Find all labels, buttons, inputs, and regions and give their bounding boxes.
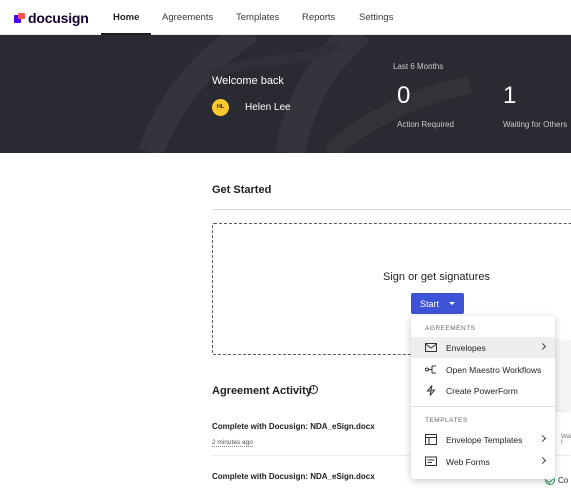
start-dropdown-menu: AGREEMENTS Envelopes Open Maestro Workfl… <box>411 316 555 479</box>
divider <box>212 209 571 210</box>
chevron-right-icon <box>538 342 547 351</box>
avatar[interactable]: HL <box>212 99 229 116</box>
tab-home[interactable]: Home <box>100 0 153 35</box>
action-required-count[interactable]: 0 <box>397 82 410 110</box>
envelopes-submenu[interactable] <box>555 340 571 410</box>
waiting-for-others-label[interactable]: Waiting for Others <box>503 120 567 129</box>
menu-item-web-forms[interactable]: Web Forms <box>411 451 555 472</box>
activity-item-status: Co <box>558 476 569 485</box>
menu-item-label: Web Forms <box>446 456 490 467</box>
templates-section-header: TEMPLATES <box>425 417 468 424</box>
caret-down-icon <box>449 302 455 305</box>
activity-item-status: Waiting f <box>561 434 571 446</box>
agreement-activity-title: Agreement Activity <box>212 385 312 397</box>
chevron-right-icon <box>538 434 547 443</box>
user-name: Helen Lee <box>245 102 291 113</box>
action-required-label[interactable]: Action Required <box>397 120 454 129</box>
waiting-for-others-count[interactable]: 1 <box>503 82 516 110</box>
info-icon[interactable]: i <box>309 385 318 394</box>
activity-item-time: 2 minutes ago <box>212 439 253 447</box>
start-button-label: Start <box>420 298 440 309</box>
activity-item-title[interactable]: Complete with Docusign: NDA_eSign.docx <box>212 472 375 481</box>
get-started-title: Get Started <box>212 184 272 196</box>
menu-item-open-maestro-workflows[interactable]: Open Maestro Workflows <box>411 359 555 380</box>
menu-item-label: Open Maestro Workflows <box>446 364 542 375</box>
menu-item-label: Create PowerForm <box>446 385 518 396</box>
tab-reports[interactable]: Reports <box>302 0 335 35</box>
welcome-text: Welcome back <box>212 75 284 87</box>
brand-name: docusign <box>28 10 89 26</box>
chevron-right-icon <box>538 456 547 465</box>
menu-item-envelope-templates[interactable]: Envelope Templates <box>411 429 555 450</box>
activity-item-title[interactable]: Complete with Docusign: NDA_eSign.docx <box>212 422 375 431</box>
agreements-section-header: AGREEMENTS <box>425 325 476 332</box>
lightning-icon <box>426 385 436 396</box>
menu-item-create-powerform[interactable]: Create PowerForm <box>411 380 555 401</box>
tab-agreements[interactable]: Agreements <box>162 0 213 35</box>
menu-divider <box>411 406 555 407</box>
envelope-icon <box>425 343 437 352</box>
docusign-logo[interactable]: docusign <box>14 9 89 27</box>
web-form-icon <box>425 456 437 466</box>
workflow-icon <box>425 365 436 374</box>
tab-settings[interactable]: Settings <box>359 0 393 35</box>
top-navigation: docusign Home Agreements Templates Repor… <box>0 0 571 35</box>
menu-item-envelopes[interactable]: Envelopes <box>411 337 555 358</box>
menu-item-label: Envelopes <box>446 342 486 353</box>
banner-decoration <box>137 35 472 153</box>
start-button[interactable]: Start <box>411 293 464 314</box>
dropzone-title: Sign or get signatures <box>383 271 491 283</box>
menu-item-label: Envelope Templates <box>446 434 523 445</box>
tab-templates[interactable]: Templates <box>236 0 279 35</box>
stats-period: Last 6 Months <box>393 62 444 71</box>
welcome-banner: Welcome back HL Helen Lee Last 6 Months … <box>0 35 571 153</box>
docusign-logo-mark-icon <box>14 12 25 24</box>
layout-icon <box>425 434 437 445</box>
